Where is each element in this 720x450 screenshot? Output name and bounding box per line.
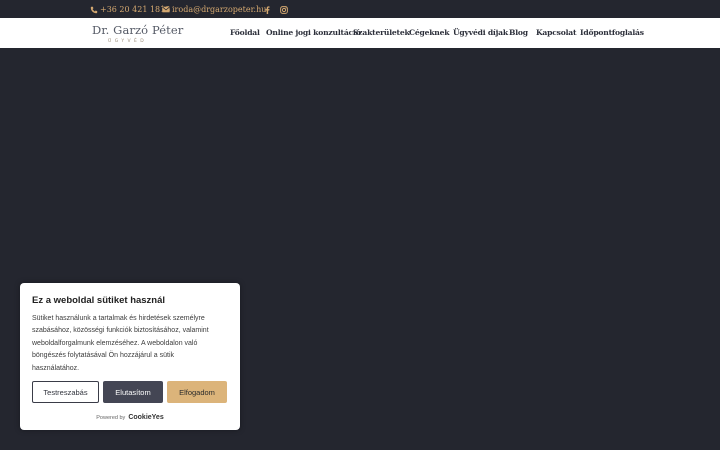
cookie-text-line: szabásához, közösségi funkciók biztosítá…: [32, 327, 209, 335]
nav-item-idopontfoglalas[interactable]: Időpontfoglalás: [580, 28, 644, 37]
envelope-icon: [162, 6, 170, 13]
cookie-text-line: Sütiket használunk a tartalmak és hirdet…: [32, 315, 205, 322]
nav-item-cegeknek[interactable]: Cégeknek: [409, 28, 449, 37]
phone-link[interactable]: +36 20 421 1818: [90, 4, 170, 15]
nav-item-blog[interactable]: Blog: [509, 28, 528, 37]
email-address: iroda@drgarzopeter.hu: [172, 5, 267, 14]
facebook-icon[interactable]: [265, 4, 270, 15]
nav-item-ugyvedi-dijak[interactable]: Ügyvédi díjak: [453, 28, 508, 37]
nav-item-online-jogi-konzultacio[interactable]: Online jogi konzultáció: [266, 28, 361, 37]
cookie-text-line: weboldalforgalmunk elemzéséhez. A webold…: [32, 339, 198, 347]
cookie-text-line: böngészés folytatásával Ön hozzájárul a …: [32, 352, 175, 360]
cookie-description: Sütiket használunk a tartalmak és hirdet…: [32, 313, 232, 375]
customize-button[interactable]: Testreszabás: [32, 381, 99, 403]
site-header: Dr. Garzó Péter ÜGYVÉD Főoldal Online jo…: [0, 18, 720, 48]
powered-by[interactable]: Powered by CookieYes: [20, 414, 240, 421]
cookieyes-logo: CookieYes: [128, 414, 164, 421]
phone-number: +36 20 421 1818: [100, 5, 171, 14]
nav-item-fooldal[interactable]: Főoldal: [230, 28, 260, 37]
cookie-text-line: használatához.: [32, 364, 80, 372]
top-bar: +36 20 421 1818 iroda@drgarzopeter.hu: [0, 0, 720, 18]
accept-button[interactable]: Elfogadom: [167, 381, 227, 403]
main-nav: Főoldal Online jogi konzultáció Szakterü…: [0, 18, 720, 48]
instagram-icon[interactable]: [280, 4, 288, 15]
nav-item-kapcsolat[interactable]: Kapcsolat: [536, 28, 577, 37]
phone-icon: [90, 6, 98, 14]
reject-button[interactable]: Elutasítom: [103, 381, 163, 403]
cookie-banner: Ez a weboldal sütiket használ Sütiket ha…: [20, 283, 240, 430]
nav-item-szakteruletek[interactable]: Szakterületek: [353, 28, 410, 37]
powered-by-label: Powered by: [96, 414, 126, 421]
email-link[interactable]: iroda@drgarzopeter.hu: [162, 4, 266, 15]
cookie-title: Ez a weboldal sütiket használ: [32, 295, 166, 306]
